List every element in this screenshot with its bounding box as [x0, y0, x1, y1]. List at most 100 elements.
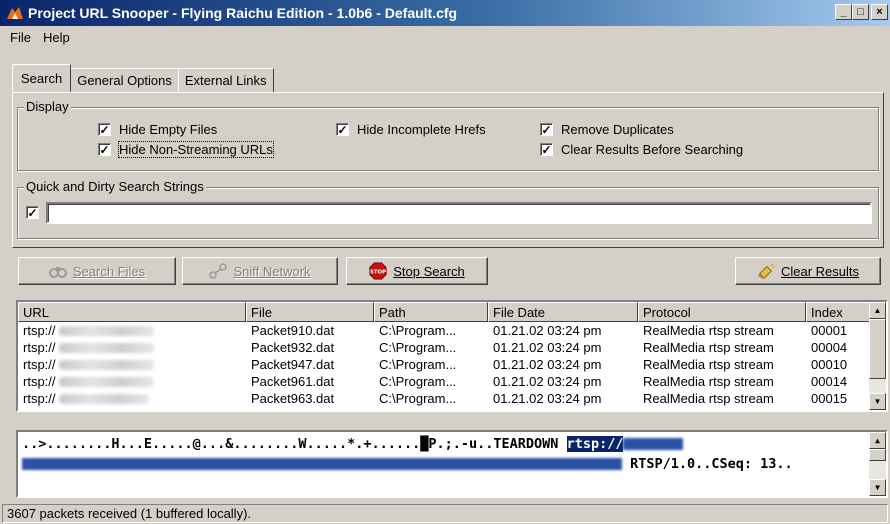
packet-vertical-scrollbar[interactable]: ▲ ▼: [869, 432, 886, 496]
packet-line-2: RTSP/1.0..CSeq: 13..: [22, 456, 793, 472]
table-cell-file-text: Packet947.dat: [251, 357, 335, 372]
minimize-button[interactable]: _: [835, 4, 852, 20]
table-cell-protocol-text: RealMedia rtsp stream: [643, 374, 774, 389]
checkmark-icon: ✓: [98, 142, 111, 157]
table-cell-index-text: 00004: [811, 340, 848, 355]
hide-incomplete-hrefs-label: Hide Incomplete Hrefs: [357, 122, 486, 137]
stop-sign-icon: STOP: [369, 262, 387, 280]
table-row[interactable]: rtsp:// Packet961.dat C:\Program... 01.21.0…: [18, 373, 886, 390]
table-row[interactable]: rtsp:// Packet932.dat C:\Program... 01.21.0…: [18, 339, 886, 356]
sniff-network-button[interactable]: Sniff Network: [182, 257, 338, 285]
clear-results-before-searching-label: Clear Results Before Searching: [561, 142, 744, 157]
table-cell-index: 00014: [806, 373, 870, 390]
clear-results-before-searching-checkbox[interactable]: ✓ Clear Results Before Searching: [540, 142, 743, 157]
table-cell-protocol: RealMedia rtsp stream: [638, 390, 806, 407]
maximize-icon: □: [857, 5, 864, 18]
column-header-path[interactable]: Path: [374, 302, 488, 322]
menu-help[interactable]: Help: [37, 30, 76, 45]
menu-bar: File Help: [0, 27, 76, 47]
table-row[interactable]: rtsp:// Packet910.dat C:\Program... 01.21.0…: [18, 322, 886, 339]
scroll-thumb[interactable]: [869, 449, 886, 461]
table-cell-index-text: 00001: [811, 323, 848, 338]
menu-file[interactable]: File: [0, 30, 37, 45]
column-header-file[interactable]: File: [246, 302, 374, 322]
table-cell-protocol-text: RealMedia rtsp stream: [643, 391, 774, 406]
title-bar[interactable]: Project URL Snooper - Flying Raichu Edit…: [0, 0, 890, 26]
hide-non-streaming-urls-label: Hide Non-Streaming URLs: [118, 141, 274, 158]
search-strings-input[interactable]: [46, 202, 872, 224]
checkmark-icon: ✓: [540, 122, 553, 137]
table-cell-path: C:\Program...: [374, 356, 488, 373]
results-list[interactable]: URL File Path File Date Protocol Index r…: [16, 300, 888, 412]
redacted-url: [58, 342, 154, 353]
sniff-network-label: Sniff Network: [233, 263, 311, 279]
fox-app-icon: [6, 4, 24, 22]
search-files-label: Search Files: [72, 263, 146, 279]
column-header-index[interactable]: Index: [806, 302, 870, 322]
search-files-button[interactable]: Search Files: [18, 257, 176, 285]
table-cell-date: 01.21.02 03:24 pm: [488, 322, 638, 339]
table-cell-file-text: Packet932.dat: [251, 340, 335, 355]
status-bar: 3607 packets received (1 buffered locall…: [2, 504, 888, 523]
table-cell-index: 00010: [806, 356, 870, 373]
clear-results-label: Clear Results: [780, 263, 860, 279]
scroll-down-arrow-icon[interactable]: ▼: [869, 479, 886, 496]
search-strings-group-label: Quick and Dirty Search Strings: [24, 179, 206, 194]
close-button[interactable]: ×: [871, 4, 888, 20]
hide-empty-files-checkbox[interactable]: ✓ Hide Empty Files: [98, 122, 217, 137]
stop-search-button[interactable]: STOP Stop Search: [346, 257, 488, 285]
table-cell-file: Packet961.dat: [246, 373, 374, 390]
scroll-thumb[interactable]: [869, 319, 886, 379]
results-vertical-scrollbar[interactable]: ▲ ▼: [869, 302, 886, 410]
redacted-url: [58, 325, 154, 336]
search-strings-enabled-checkbox[interactable]: ✓: [26, 206, 47, 219]
table-cell-url: rtsp://: [18, 339, 246, 356]
table-cell-path-text: C:\Program...: [379, 374, 457, 389]
table-cell-path-text: C:\Program...: [379, 391, 457, 406]
remove-duplicates-checkbox[interactable]: ✓ Remove Duplicates: [540, 122, 674, 137]
display-group-label: Display: [24, 99, 71, 114]
table-cell-file-text: Packet910.dat: [251, 323, 335, 338]
table-cell-protocol: RealMedia rtsp stream: [638, 356, 806, 373]
table-cell-file: Packet963.dat: [246, 390, 374, 407]
clear-results-button[interactable]: Clear Results: [735, 257, 881, 285]
table-row[interactable]: rtsp:// Packet947.dat C:\Program... 01.21.0…: [18, 356, 886, 373]
table-cell-path: C:\Program...: [374, 339, 488, 356]
packet-view[interactable]: ..>........H...E.....@...&........W.....…: [16, 430, 888, 498]
search-strings-group: Quick and Dirty Search Strings ✓: [17, 179, 879, 239]
table-cell-protocol: RealMedia rtsp stream: [638, 339, 806, 356]
table-cell-file-text: Packet961.dat: [251, 374, 335, 389]
tab-external-links[interactable]: External Links: [177, 68, 274, 92]
table-cell-protocol: RealMedia rtsp stream: [638, 373, 806, 390]
table-cell-date: 01.21.02 03:24 pm: [488, 390, 638, 407]
column-header-protocol[interactable]: Protocol: [638, 302, 806, 322]
scroll-up-arrow-icon[interactable]: ▲: [869, 302, 886, 319]
status-text: 3607 packets received (1 buffered locall…: [7, 506, 252, 521]
table-cell-date: 01.21.02 03:24 pm: [488, 356, 638, 373]
column-header-file-date[interactable]: File Date: [488, 302, 638, 322]
checkmark-icon: ✓: [98, 122, 111, 137]
scroll-down-arrow-icon[interactable]: ▼: [869, 393, 886, 410]
tab-general-options[interactable]: General Options: [70, 68, 179, 92]
window-title: Project URL Snooper - Flying Raichu Edit…: [28, 5, 458, 21]
hide-non-streaming-urls-checkbox[interactable]: ✓ Hide Non-Streaming URLs: [98, 141, 274, 158]
table-cell-url: rtsp://: [18, 322, 246, 339]
table-cell-date-text: 01.21.02 03:24 pm: [493, 374, 602, 389]
tab-search[interactable]: Search: [12, 64, 72, 92]
table-cell-index: 00001: [806, 322, 870, 339]
maximize-button[interactable]: □: [852, 4, 869, 20]
table-cell-protocol-text: RealMedia rtsp stream: [643, 323, 774, 338]
scroll-up-arrow-icon[interactable]: ▲: [869, 432, 886, 449]
table-cell-url: rtsp://: [18, 390, 246, 407]
table-cell-index-text: 00010: [811, 357, 848, 372]
table-row[interactable]: rtsp:// Packet963.dat C:\Program... 01.21.0…: [18, 390, 886, 407]
table-cell-file: Packet947.dat: [246, 356, 374, 373]
column-header-url[interactable]: URL: [18, 302, 246, 322]
table-cell-url-text: rtsp://: [23, 391, 56, 406]
table-cell-path-text: C:\Program...: [379, 340, 457, 355]
display-group: Display ✓ Hide Empty Files ✓ Hide Non-St…: [17, 99, 879, 171]
table-cell-path: C:\Program...: [374, 390, 488, 407]
hide-incomplete-hrefs-checkbox[interactable]: ✓ Hide Incomplete Hrefs: [336, 122, 486, 137]
svg-text:STOP: STOP: [370, 270, 386, 276]
table-cell-url-text: rtsp://: [23, 374, 56, 389]
